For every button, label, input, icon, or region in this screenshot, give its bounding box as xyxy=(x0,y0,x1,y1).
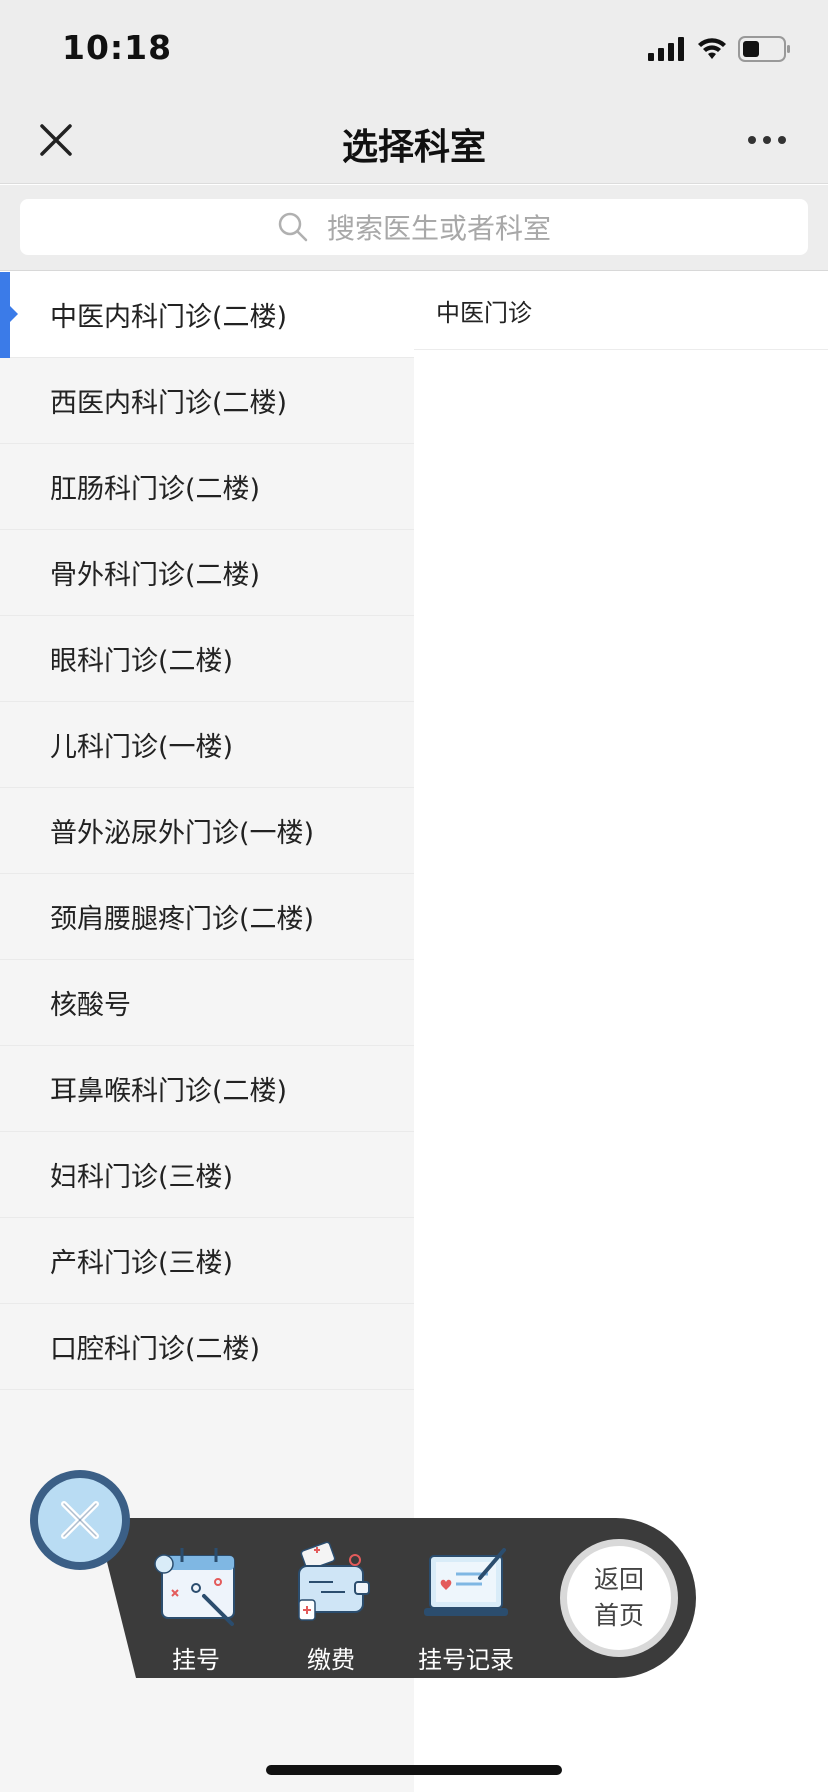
signal-icon xyxy=(648,37,684,61)
search-icon xyxy=(278,212,308,242)
payment-label: 缴费 xyxy=(307,1646,355,1674)
sub-department-item[interactable]: 中医门诊 xyxy=(414,272,828,350)
search-input[interactable]: 搜索医生或者科室 xyxy=(20,199,808,255)
department-item-active[interactable]: 中医内科门诊(二楼) xyxy=(0,272,414,358)
search-placeholder: 搜索医生或者科室 xyxy=(326,212,551,245)
search-area: 搜索医生或者科室 xyxy=(0,185,828,271)
department-item[interactable]: 颈肩腰腿疼门诊(二楼) xyxy=(0,874,414,960)
department-item[interactable]: 儿科门诊(一楼) xyxy=(0,702,414,788)
department-item[interactable]: 普外泌尿外门诊(一楼) xyxy=(0,788,414,874)
department-item[interactable]: 骨外科门诊(二楼) xyxy=(0,530,414,616)
return-home-button[interactable]: 返回 首页 xyxy=(560,1539,678,1657)
department-item[interactable]: 妇科门诊(三楼) xyxy=(0,1132,414,1218)
calendar-register-icon xyxy=(154,1548,235,1626)
return-home-label-line2: 首页 xyxy=(593,1601,644,1630)
department-item[interactable]: 口腔科门诊(二楼) xyxy=(0,1304,414,1390)
department-item[interactable]: 肛肠科门诊(二楼) xyxy=(0,444,414,530)
more-options-icon[interactable] xyxy=(748,128,792,152)
payment-wallet-icon xyxy=(298,1541,370,1621)
register-records-label: 挂号记录 xyxy=(418,1646,514,1674)
page-title: 选择科室 xyxy=(341,127,486,168)
close-quick-bar-button[interactable] xyxy=(30,1470,130,1570)
quick-access-bar: 挂号 缴费 挂号记录 返回 首页 xyxy=(96,1518,696,1678)
return-home-label-line1: 返回 xyxy=(593,1565,644,1594)
register-button[interactable]: 挂号 xyxy=(136,1538,256,1675)
wifi-icon xyxy=(698,38,726,59)
battery-icon xyxy=(738,36,790,62)
navigation-bar: 选择科室 xyxy=(0,100,828,184)
status-bar: 10:18 xyxy=(0,0,828,100)
close-icon xyxy=(61,1501,99,1539)
department-item[interactable]: 西医内科门诊(二楼) xyxy=(0,358,414,444)
department-item[interactable]: 核酸号 xyxy=(0,960,414,1046)
register-records-button[interactable]: 挂号记录 xyxy=(406,1538,526,1675)
status-time: 10:18 xyxy=(62,28,173,67)
home-indicator xyxy=(266,1765,562,1775)
register-label: 挂号 xyxy=(172,1646,220,1674)
department-item[interactable]: 产科门诊(三楼) xyxy=(0,1218,414,1304)
payment-button[interactable]: 缴费 xyxy=(271,1538,391,1675)
records-laptop-icon xyxy=(424,1548,508,1616)
department-item[interactable]: 耳鼻喉科门诊(二楼) xyxy=(0,1046,414,1132)
status-icons xyxy=(648,34,792,64)
department-item[interactable]: 眼科门诊(二楼) xyxy=(0,616,414,702)
